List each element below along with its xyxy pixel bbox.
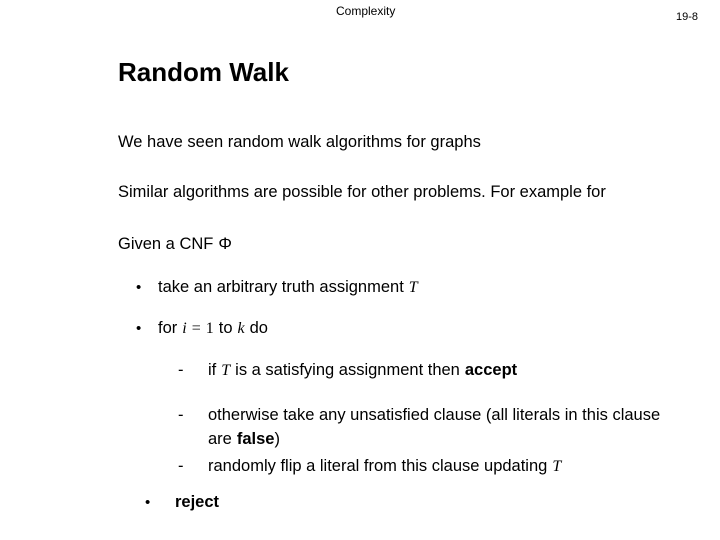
- keyword-if: if: [208, 361, 217, 379]
- list-item-if-accept: - if Tis a satisfying assignment then acce…: [178, 360, 517, 381]
- paragraph-given-cnf: Given a CNF Φ: [118, 234, 232, 254]
- header-page-number: 19-8: [676, 11, 699, 23]
- equals-sign: =: [191, 320, 201, 337]
- flip-literal-text: randomly flip a literal from this clause…: [208, 457, 548, 475]
- action-reject: reject: [175, 493, 220, 511]
- action-accept: accept: [464, 361, 518, 379]
- slide-title: Random Walk: [118, 57, 289, 87]
- list-item-for-loop: • for i = 1 to k do: [136, 318, 268, 339]
- slide-canvas: Complexity 19-8 Random Walk We have seen…: [0, 0, 720, 540]
- loop-start-value: 1: [205, 320, 214, 337]
- assignment-variable-t: T: [408, 279, 418, 296]
- list-item-label: randomly flip a literal from this clause…: [208, 456, 561, 477]
- list-item-flip-literal: - randomly flip a literal from this clau…: [178, 456, 561, 477]
- assignment-variable-t: T: [221, 362, 231, 379]
- paragraph-similar-algorithms: Similar algorithms are possible for othe…: [118, 183, 606, 201]
- paragraph-random-walk-graphs: We have seen random walk algorithms for …: [118, 133, 481, 151]
- header-course-title: Complexity: [336, 4, 396, 18]
- list-item-label: if Tis a satisfying assignment then accept: [208, 360, 517, 381]
- if-condition-text: is a satisfying assignment then: [235, 361, 460, 379]
- dash-icon: -: [178, 361, 184, 379]
- keyword-to: to: [218, 319, 233, 337]
- dash-icon: -: [178, 406, 184, 424]
- keyword-for: for: [158, 319, 178, 337]
- otherwise-line-1: otherwise take any unsatisfied clause (a…: [208, 406, 661, 424]
- list-item-reject: • reject: [145, 492, 219, 513]
- bullet-icon: •: [136, 279, 142, 296]
- dash-icon: -: [178, 457, 184, 475]
- phi-symbol: Φ: [218, 234, 232, 253]
- bullet-icon: •: [145, 494, 151, 511]
- take-assignment-text: take an arbitrary truth assignment: [158, 278, 404, 296]
- given-cnf-label: Given a CNF: [118, 235, 214, 253]
- loop-index-variable: i: [182, 320, 187, 337]
- loop-bound-variable: k: [237, 320, 245, 337]
- otherwise-line2-suffix: ): [274, 430, 280, 448]
- keyword-do: do: [249, 319, 268, 337]
- value-false: false: [236, 430, 275, 448]
- list-item-take-assignment: • take an arbitrary truth assignment T: [136, 277, 418, 298]
- otherwise-line2-prefix: are: [208, 430, 232, 448]
- list-item-label: take an arbitrary truth assignment T: [158, 277, 418, 298]
- bullet-icon: •: [136, 320, 142, 337]
- assignment-variable-t: T: [552, 458, 562, 475]
- otherwise-line-2: are false): [208, 429, 660, 450]
- list-item-label: otherwise take any unsatisfied clause (a…: [208, 405, 660, 450]
- list-item-label: for i = 1 to k do: [158, 318, 268, 339]
- list-item-otherwise-clause: - otherwise take any unsatisfied clause …: [178, 405, 660, 450]
